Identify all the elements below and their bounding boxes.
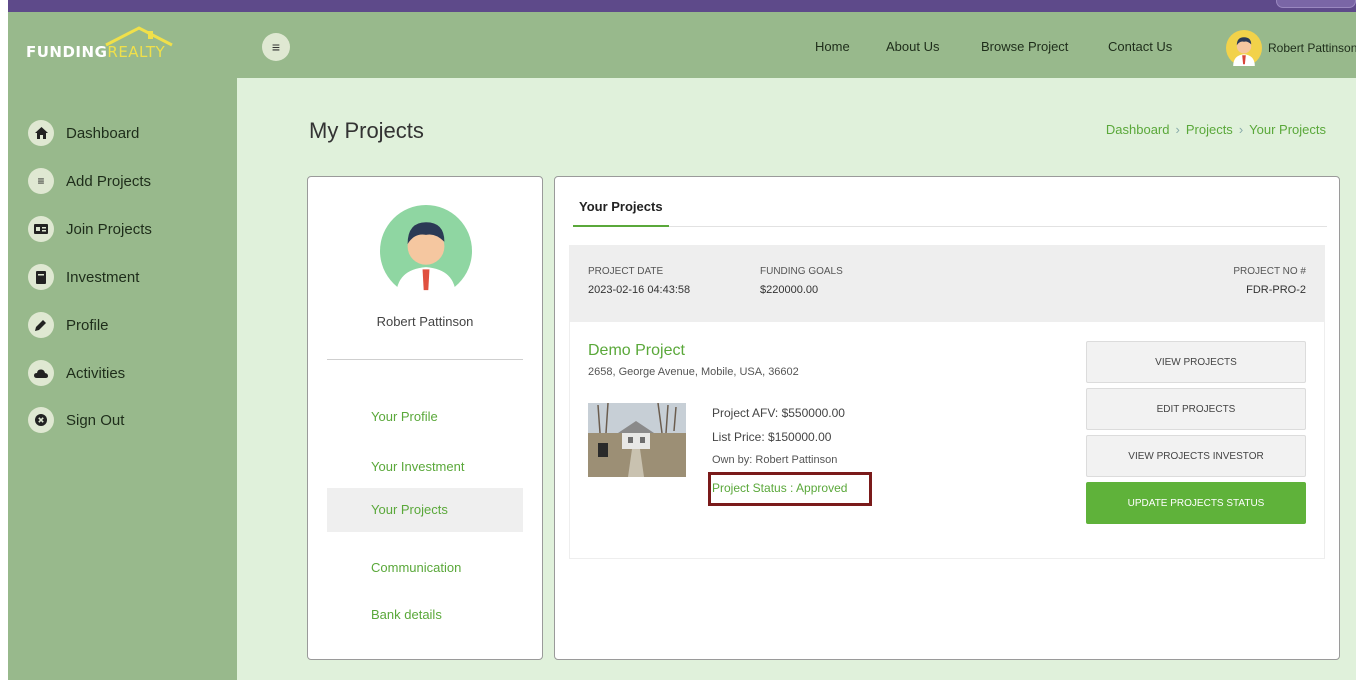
profile-menu-communication[interactable]: Communication: [327, 546, 523, 590]
top-header: FUNDINGREALTY ≡ Home About Us Browse Pro…: [8, 12, 1356, 78]
project-item: PROJECT DATE 2023-02-16 04:43:58 FUNDING…: [569, 245, 1325, 559]
breadcrumb-separator-icon: ›: [1175, 122, 1180, 137]
brand-logo[interactable]: FUNDINGREALTY: [26, 26, 186, 63]
profile-divider: [327, 359, 523, 360]
funding-goals: $220000.00: [760, 284, 819, 296]
logo-text-funding: FUNDING: [26, 43, 108, 61]
home-icon: [28, 120, 54, 146]
book-icon: [28, 264, 54, 290]
sidebar-item-activities[interactable]: Activities: [28, 357, 125, 389]
sidebar-item-sign-out[interactable]: Sign Out: [28, 404, 124, 436]
sidebar-item-add-projects[interactable]: ≡ Add Projects: [28, 165, 151, 197]
sidebar-item-profile[interactable]: Profile: [28, 309, 109, 341]
nav-home[interactable]: Home: [815, 39, 850, 54]
project-header: PROJECT DATE 2023-02-16 04:43:58 FUNDING…: [570, 246, 1324, 322]
project-afv: Project AFV: $550000.00: [712, 406, 845, 420]
project-no: FDR-PRO-2: [1246, 284, 1306, 296]
sidebar-item-label: Join Projects: [66, 220, 152, 238]
profile-menu-your-profile[interactable]: Your Profile: [327, 395, 523, 439]
breadcrumb: Dashboard › Projects › Your Projects: [1106, 122, 1326, 137]
cloud-icon: [28, 360, 54, 386]
funding-goals-label: FUNDING GOALS: [760, 266, 843, 277]
project-no-label: PROJECT NO #: [1233, 266, 1306, 277]
breadcrumb-your-projects: Your Projects: [1249, 122, 1326, 137]
nav-browse-project[interactable]: Browse Project: [981, 39, 1068, 54]
top-strip-pill: [1276, 0, 1356, 8]
project-thumbnail[interactable]: [588, 403, 686, 477]
logo-text: FUNDINGREALTY: [26, 43, 165, 61]
breadcrumb-separator-icon: ›: [1238, 122, 1244, 137]
project-date-label: PROJECT DATE: [588, 266, 664, 277]
user-menu[interactable]: Robert Pattinson: [1226, 30, 1356, 66]
breadcrumb-projects[interactable]: Projects: [1186, 122, 1233, 137]
profile-name: Robert Pattinson: [376, 314, 474, 329]
main-content: My Projects Dashboard › Projects › Your Proj…: [237, 78, 1356, 680]
profile-menu-your-projects[interactable]: Your Projects: [327, 488, 523, 532]
top-strip: [8, 0, 1356, 12]
sidebar-item-label: Activities: [66, 364, 126, 382]
sidebar-item-label: Profile: [66, 316, 109, 334]
sidebar-item-dashboard[interactable]: Dashboard: [28, 117, 139, 149]
project-owner: Own by: Robert Pattinson: [712, 454, 838, 466]
edit-projects-button[interactable]: EDIT PROJECTS: [1086, 388, 1306, 430]
page-title: My Projects: [309, 118, 424, 143]
project-list-price: List Price: $150000.00: [712, 430, 832, 444]
project-status: Project Status : Approved: [712, 481, 848, 495]
projects-card: Your Projects PROJECT DATE 2023-02-16 04…: [554, 176, 1340, 660]
sidebar-item-label: Add Projects: [66, 172, 152, 190]
view-projects-button[interactable]: VIEW PROJECTS: [1086, 341, 1306, 383]
view-projects-investor-button[interactable]: VIEW PROJECTS INVESTOR: [1086, 435, 1306, 477]
list-icon: ≡: [28, 168, 54, 194]
tab-active-underline: [573, 225, 669, 227]
user-name: Robert Pattinson: [1268, 41, 1356, 55]
update-projects-status-button[interactable]: UPDATE PROJECTS STATUS: [1086, 482, 1306, 524]
sidebar-item-label: Sign Out: [66, 411, 125, 429]
sidebar: Dashboard ≡ Add Projects Join Projects I…: [8, 78, 237, 680]
sidebar-item-investment[interactable]: Investment: [28, 261, 139, 293]
project-date: 2023-02-16 04:43:58: [588, 284, 691, 296]
profile-menu-bank-details[interactable]: Bank details: [327, 593, 523, 637]
project-address: 2658, George Avenue, Mobile, USA, 36602: [588, 366, 799, 378]
sidebar-item-label: Investment: [66, 268, 140, 286]
id-card-icon: [28, 216, 54, 242]
pencil-icon: [28, 312, 54, 338]
close-circle-icon: [28, 407, 54, 433]
tab-your-projects[interactable]: Your Projects: [579, 199, 663, 214]
breadcrumb-dashboard[interactable]: Dashboard: [1106, 122, 1170, 137]
profile-card: Robert Pattinson Your Profile Your Inves…: [307, 176, 543, 660]
avatar: [1226, 30, 1262, 66]
project-title[interactable]: Demo Project: [588, 342, 685, 360]
nav-about-us[interactable]: About Us: [886, 39, 939, 54]
profile-avatar: [380, 205, 472, 297]
sidebar-item-join-projects[interactable]: Join Projects: [28, 213, 152, 245]
logo-text-realty: REALTY: [107, 43, 166, 61]
profile-menu-your-investment[interactable]: Your Investment: [327, 445, 523, 489]
menu-toggle-button[interactable]: ≡: [262, 33, 290, 61]
menu-icon: ≡: [271, 39, 281, 55]
tab-divider: [573, 226, 1327, 227]
nav-contact-us[interactable]: Contact Us: [1108, 39, 1172, 54]
sidebar-item-label: Dashboard: [66, 124, 140, 142]
